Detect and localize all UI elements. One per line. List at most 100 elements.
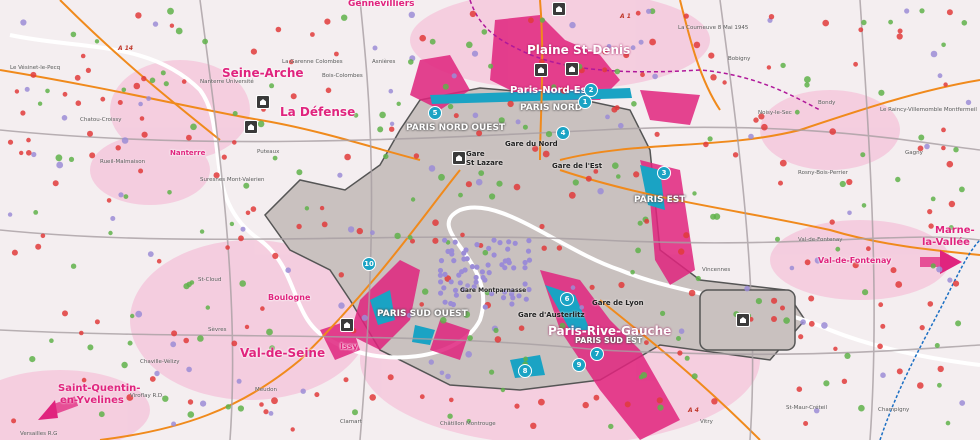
label-val-de-seine: Val-de-Seine — [240, 346, 326, 360]
project-dot — [469, 10, 477, 18]
project-dot — [917, 382, 924, 389]
project-dot — [52, 180, 59, 187]
project-dot — [937, 365, 944, 373]
project-dot — [154, 370, 160, 377]
project-dot — [888, 19, 893, 25]
project-dot — [678, 248, 685, 255]
project-dot — [26, 137, 31, 143]
project-dot — [202, 38, 209, 45]
site-marker-10[interactable]: 10 — [362, 257, 376, 271]
monument-icon[interactable] — [534, 63, 548, 77]
site-marker-9[interactable]: 9 — [572, 358, 586, 372]
project-dot — [197, 335, 204, 342]
project-dot — [49, 338, 54, 344]
project-dot — [829, 128, 836, 135]
station-st-lazare-1[interactable]: Gare — [466, 151, 485, 158]
project-dot — [338, 272, 344, 278]
project-dot — [677, 350, 683, 356]
project-dot — [379, 111, 386, 119]
project-dot — [660, 310, 666, 316]
project-dot — [946, 160, 954, 168]
station-gare-austerlitz[interactable]: Gare d'Austerlitz — [518, 312, 585, 319]
station-gare-montparnasse[interactable]: Gare Montparnasse — [460, 288, 526, 294]
project-dot — [493, 327, 499, 333]
project-dot — [523, 356, 528, 362]
road-a1: A 1 — [620, 13, 631, 20]
project-dot — [744, 285, 750, 292]
project-dot — [438, 258, 445, 264]
project-dot — [649, 38, 656, 46]
project-dot — [285, 267, 292, 274]
monument-icon[interactable] — [256, 95, 270, 109]
project-dot — [638, 39, 644, 45]
town-le-vesinet: Le Vésinet-le-Pecq — [10, 65, 61, 71]
project-dot — [338, 302, 345, 309]
site-marker-4[interactable]: 4 — [556, 126, 570, 140]
project-dot — [250, 48, 257, 55]
project-dot — [539, 223, 545, 230]
town-sevres: Sèvres — [208, 327, 227, 333]
monument-icon[interactable] — [452, 151, 466, 165]
project-dot — [930, 50, 938, 58]
project-dot — [474, 264, 480, 270]
project-dot — [866, 246, 871, 252]
project-dot — [453, 292, 459, 298]
project-dot — [275, 26, 282, 33]
station-gare-de-lyon[interactable]: Gare de Lyon — [592, 300, 644, 307]
site-marker-5[interactable]: 5 — [428, 106, 442, 120]
site-marker-1[interactable]: 1 — [578, 95, 592, 109]
project-dot — [163, 81, 169, 87]
site-marker-7[interactable]: 7 — [590, 347, 604, 361]
station-gare-de-l-est[interactable]: Gare de l'Est — [552, 163, 602, 170]
project-dot — [321, 221, 328, 228]
project-dot — [780, 62, 786, 69]
monument-icon[interactable] — [552, 2, 566, 16]
project-dot — [761, 123, 768, 131]
monument-icon[interactable] — [244, 120, 258, 134]
project-dot — [361, 314, 368, 321]
project-dot — [768, 14, 775, 20]
project-dot — [325, 87, 332, 94]
project-dot — [693, 41, 701, 49]
project-dot — [522, 281, 528, 287]
project-dot — [183, 337, 189, 344]
label-seine-arche: Seine-Arche — [222, 66, 304, 80]
project-dot — [841, 378, 848, 384]
project-dot — [413, 153, 420, 159]
project-dot — [438, 279, 444, 285]
project-dot — [556, 245, 563, 251]
project-dot — [953, 147, 959, 153]
site-marker-3[interactable]: 3 — [657, 166, 671, 180]
project-dot — [934, 343, 940, 348]
project-dot — [965, 99, 972, 106]
project-dot — [597, 188, 604, 195]
monument-icon[interactable] — [736, 313, 750, 327]
project-dot — [75, 100, 82, 106]
site-marker-2[interactable]: 2 — [584, 83, 598, 97]
station-gare-du-nord[interactable]: Gare du Nord — [505, 141, 558, 148]
project-dot — [171, 330, 178, 337]
project-dot — [356, 227, 363, 235]
town-suresnes: Suresnes Mont-Valerien — [200, 177, 265, 183]
project-dot — [437, 267, 444, 274]
project-dot — [511, 265, 517, 271]
town-rosny: Rosny-Bois-Perrier — [798, 170, 848, 176]
project-dot — [74, 74, 81, 81]
project-dot — [439, 370, 445, 376]
project-dot — [394, 232, 401, 240]
station-st-lazare-2[interactable]: St Lazare — [466, 160, 503, 167]
site-marker-8[interactable]: 8 — [518, 364, 532, 378]
paris-development-map[interactable]: Gennevilliers Plaine St-Denis Paris-Nord… — [0, 0, 980, 440]
project-dot — [115, 145, 121, 151]
airport-icon[interactable] — [340, 318, 354, 332]
project-dot — [633, 171, 640, 178]
project-dot — [460, 232, 465, 238]
project-dot — [133, 82, 141, 90]
project-dot — [98, 411, 105, 418]
project-dot — [488, 63, 494, 69]
monument-icon[interactable] — [565, 62, 579, 76]
project-dot — [89, 152, 96, 159]
site-marker-6[interactable]: 6 — [560, 292, 574, 306]
project-dot — [778, 180, 783, 186]
town-puteaux: Puteaux — [257, 149, 280, 155]
